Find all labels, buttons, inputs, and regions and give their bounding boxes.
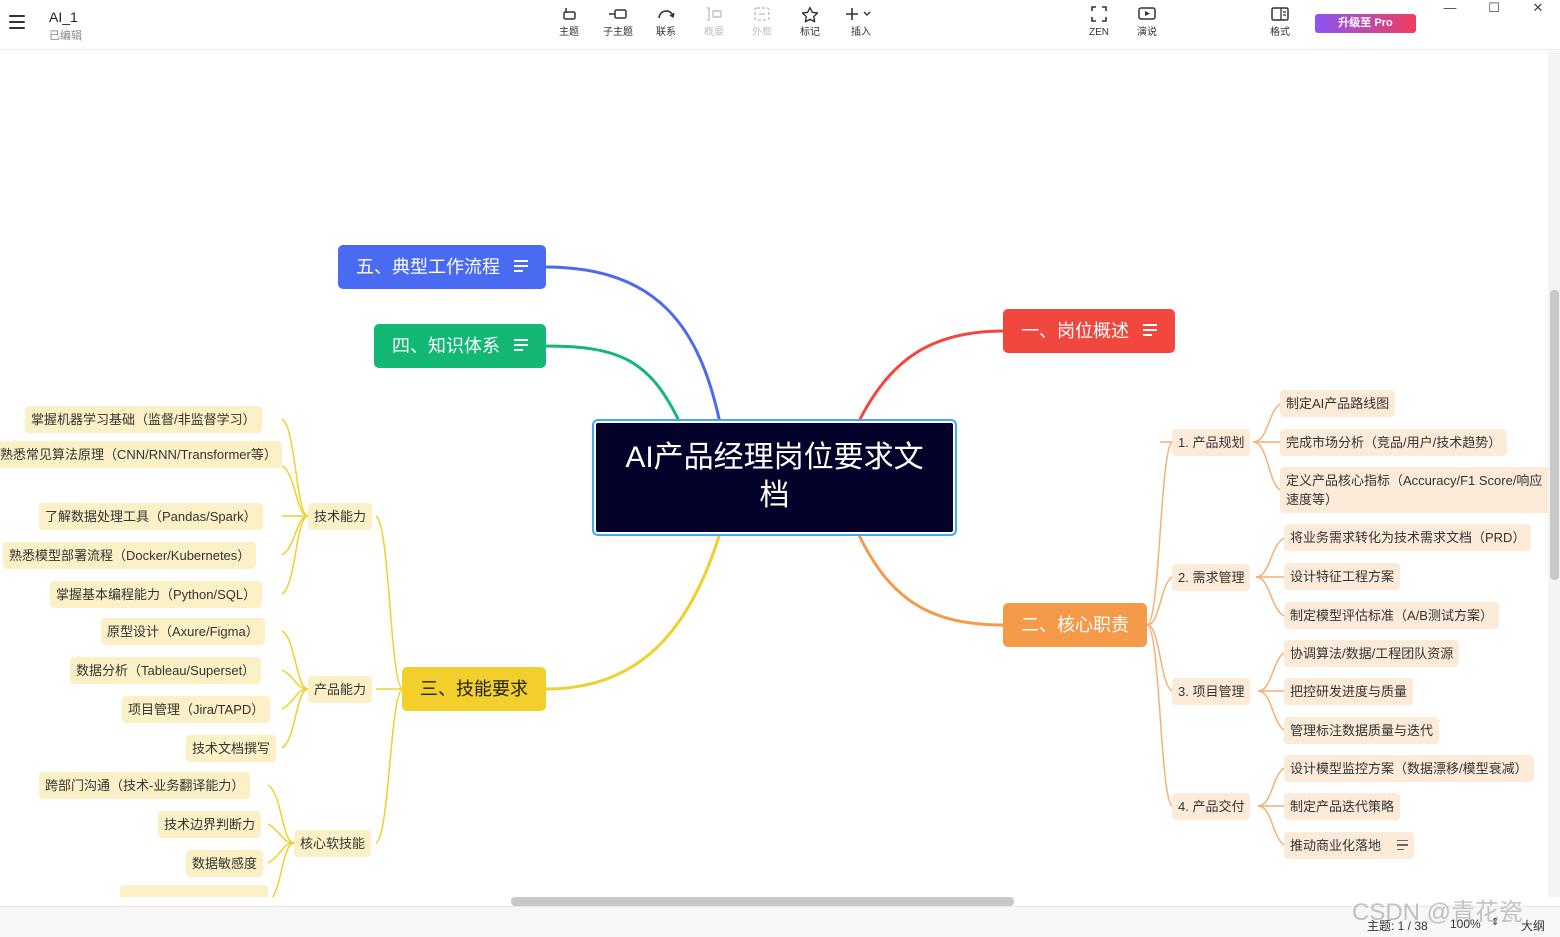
leaf-tech-boundary[interactable]: 技术边界判断力	[158, 811, 262, 838]
relation-icon	[646, 6, 686, 26]
leaf-deployment[interactable]: 熟悉模型部署流程（Docker/Kubernetes）	[3, 542, 257, 569]
duty-delivery[interactable]: 4. 产品交付	[1172, 793, 1251, 820]
watermark: CSDN @青花瓷	[1352, 899, 1524, 926]
skill-soft[interactable]: 核心软技能	[294, 830, 372, 857]
note-icon[interactable]	[1143, 324, 1157, 339]
branch-skills[interactable]: 三、技能要求	[402, 667, 546, 711]
leaf-prd[interactable]: 将业务需求转化为技术需求文档（PRD）	[1284, 524, 1532, 551]
leaf-programming[interactable]: 掌握基本编程能力（Python/SQL）	[50, 581, 263, 608]
leaf-model-monitoring[interactable]: 设计模型监控方案（数据漂移/模型衰减）	[1284, 755, 1534, 782]
subtopic-icon	[598, 6, 638, 26]
plus-icon	[841, 6, 881, 26]
horizontal-scrollbar[interactable]	[511, 897, 1014, 906]
leaf-iteration-strategy[interactable]: 制定产品迭代策略	[1284, 793, 1401, 820]
subtopic-button[interactable]: 子主题	[598, 6, 638, 44]
upgrade-pro-button[interactable]: 升级至 Pro	[1315, 14, 1416, 33]
play-screen-icon	[1127, 6, 1167, 26]
summary-icon	[694, 6, 734, 26]
branch-duties[interactable]: 二、核心职责	[1003, 603, 1147, 647]
marker-button[interactable]: 标记	[790, 6, 830, 44]
document-title[interactable]: AI_1	[49, 9, 78, 25]
boundary-button[interactable]: 外框	[742, 6, 782, 44]
leaf-coordinate-teams[interactable]: 协调算法/数据/工程团队资源	[1284, 640, 1460, 667]
leaf-progress-quality[interactable]: 把控研发进度与质量	[1284, 678, 1414, 705]
leaf-label-quality[interactable]: 管理标注数据质量与迭代	[1284, 717, 1440, 744]
insert-button[interactable]: 插入	[841, 6, 881, 44]
leaf-prototyping[interactable]: 原型设计（Axure/Figma）	[101, 618, 265, 645]
minimize-button[interactable]: —	[1432, 0, 1468, 18]
leaf-market-analysis[interactable]: 完成市场分析（竞品/用户/技术趋势）	[1280, 429, 1508, 456]
branch-workflow[interactable]: 五、典型工作流程	[338, 245, 546, 289]
note-icon[interactable]	[1396, 839, 1408, 854]
mindmap-canvas[interactable]: 五、典型工作流程 四、知识体系 一、岗位概述 二、核心职责 三、技能要求 AI产…	[0, 51, 1548, 897]
format-button[interactable]: 格式	[1260, 6, 1300, 44]
duty-project[interactable]: 3. 项目管理	[1172, 678, 1251, 705]
star-icon	[790, 6, 830, 26]
fullscreen-icon	[1079, 6, 1119, 26]
leaf-data-tools[interactable]: 了解数据处理工具（Pandas/Spark）	[39, 503, 263, 530]
leaf-core-metrics[interactable]: 定义产品核心指标（Accuracy/F1 Score/响应速度等）	[1280, 467, 1548, 513]
panel-icon	[1260, 6, 1300, 26]
outline-button[interactable]: 大纲	[1521, 917, 1545, 934]
skill-technical[interactable]: 技术能力	[308, 503, 373, 530]
skill-product[interactable]: 产品能力	[308, 676, 373, 703]
root-topic[interactable]: AI产品经理岗位要求文档	[592, 419, 957, 536]
summary-button[interactable]: 概要	[694, 6, 734, 44]
leaf-feature-engineering[interactable]: 设计特征工程方案	[1284, 563, 1401, 590]
topic-button[interactable]: 主题	[549, 6, 589, 44]
leaf-roadmap[interactable]: 制定AI产品路线图	[1280, 390, 1396, 417]
leaf-cross-team[interactable]: 跨部门沟通（技术-业务翻译能力）	[39, 772, 251, 799]
leaf-ab-test[interactable]: 制定模型评估标准（A/B测试方案）	[1284, 602, 1499, 629]
present-button[interactable]: 演说	[1127, 6, 1167, 44]
duty-planning[interactable]: 1. 产品规划	[1172, 429, 1251, 456]
topic-icon	[549, 6, 589, 26]
vertical-scrollbar[interactable]	[1550, 290, 1559, 580]
toolbar: AI_1 已编辑 主题 子主题 联系 概要 外框 标记 插入 ZEN 演说 格式…	[0, 0, 1560, 50]
leaf-tech-docs[interactable]: 技术文档撰写	[186, 735, 277, 762]
note-icon[interactable]	[514, 260, 528, 275]
duty-requirements[interactable]: 2. 需求管理	[1172, 564, 1251, 591]
leaf-clipped[interactable]	[120, 885, 268, 897]
leaf-project-management[interactable]: 项目管理（Jira/TAPD）	[122, 696, 271, 723]
branch-overview[interactable]: 一、岗位概述	[1003, 309, 1175, 353]
boundary-icon	[742, 6, 782, 26]
maximize-button[interactable]: ☐	[1476, 0, 1512, 18]
leaf-data-sensitivity[interactable]: 数据敏感度	[186, 850, 264, 877]
note-icon[interactable]	[514, 339, 528, 354]
leaf-commercialization[interactable]: 推动商业化落地	[1284, 832, 1414, 859]
leaf-ml-basics[interactable]: 掌握机器学习基础（监督/非监督学习）	[25, 406, 262, 433]
close-button[interactable]: ✕	[1520, 0, 1556, 18]
status-bar: 主题: 1 / 38 100% ⇕ 大纲	[0, 906, 1560, 937]
leaf-data-analysis[interactable]: 数据分析（Tableau/Superset）	[70, 657, 262, 684]
document-status: 已编辑	[49, 30, 82, 42]
leaf-algorithms[interactable]: 熟悉常见算法原理（CNN/RNN/Transformer等）	[0, 441, 282, 468]
relation-button[interactable]: 联系	[646, 6, 686, 44]
zen-button[interactable]: ZEN	[1079, 6, 1119, 44]
menu-icon[interactable]	[9, 15, 25, 29]
branch-knowledge[interactable]: 四、知识体系	[374, 324, 546, 368]
